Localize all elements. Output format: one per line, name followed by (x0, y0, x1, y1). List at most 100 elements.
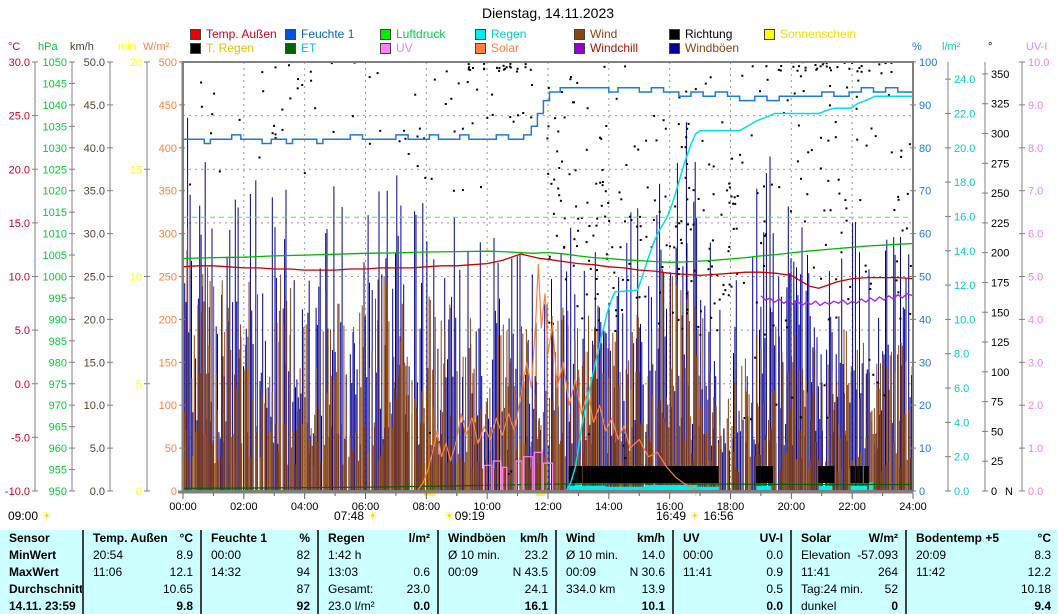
column-unit: l/m² (365, 531, 437, 545)
svg-text:175: 175 (991, 277, 1009, 289)
svg-text:1005: 1005 (43, 250, 67, 262)
svg-text:6.0: 6.0 (1028, 229, 1043, 241)
table-cell: 11:410.9 (674, 564, 790, 581)
table-cell: 10.18 (907, 580, 1058, 597)
svg-text:350: 350 (159, 186, 177, 198)
table-col-uv: UVUV-I 00:000.011:410.90.5 0.0 (672, 530, 790, 614)
svg-text:12.0: 12.0 (954, 280, 975, 292)
svg-text:50.0: 50.0 (84, 57, 105, 69)
column-name: Temp. Außen (84, 531, 168, 545)
cell-time: dunkel (792, 599, 836, 613)
svg-text:50: 50 (991, 426, 1003, 438)
column-unit: % (267, 531, 317, 545)
svg-text:50: 50 (165, 443, 177, 455)
cell-value: 0.9 (712, 565, 790, 579)
table-col-bodentemp-5: Bodentemp +5°C20:098.311:4212.210.189.4 (905, 530, 1058, 614)
svg-text:7.0: 7.0 (1028, 186, 1043, 198)
svg-text:1025: 1025 (43, 164, 67, 176)
svg-text:1030: 1030 (43, 143, 67, 155)
table-cell: 87 (202, 580, 317, 597)
column-unit: km/h (506, 531, 555, 545)
table-col-windb-en: Windböenkm/hØ 10 min.23.200:09N 43.524.1… (437, 530, 555, 614)
svg-text:125: 125 (991, 337, 1009, 349)
svg-text:250: 250 (159, 272, 177, 284)
svg-text:8.0: 8.0 (954, 349, 969, 361)
svg-text:350: 350 (991, 69, 1009, 81)
svg-text:22:00: 22:00 (838, 501, 866, 513)
table-cell: 00:000.0 (674, 547, 790, 564)
weather-chart: 00:0002:0004:0006:0008:0010:0012:0014:00… (0, 0, 1058, 530)
svg-text:4.0: 4.0 (1028, 314, 1043, 326)
svg-text:10.0: 10.0 (9, 272, 30, 284)
cell-time: 00:09 (557, 565, 596, 579)
cell-value: 10.18 (916, 582, 1058, 596)
svg-text:km/h: km/h (70, 41, 94, 53)
svg-text:275: 275 (991, 158, 1009, 170)
cell-time: 00:00 (202, 548, 241, 562)
cell-time: Ø 10 min. (557, 548, 618, 562)
svg-text:20: 20 (919, 400, 931, 412)
cell-value: 8.3 (946, 548, 1058, 562)
svg-text:5.0: 5.0 (15, 325, 30, 337)
svg-text:8.0: 8.0 (1028, 143, 1043, 155)
svg-text:50: 50 (919, 272, 931, 284)
svg-text:-10.0: -10.0 (5, 486, 30, 498)
svg-text:225: 225 (991, 218, 1009, 230)
axis-pct: 0102030405060708090100% (910, 41, 937, 498)
svg-text:3.0: 3.0 (1028, 357, 1043, 369)
table-cell: 16.1 (439, 597, 555, 614)
svg-text:950: 950 (49, 486, 67, 498)
cell-value: 0.5 (683, 582, 790, 596)
svg-text:80: 80 (919, 143, 931, 155)
svg-text:995: 995 (49, 293, 67, 305)
cell-value: 0.0 (713, 548, 790, 562)
table-cell: 24.1 (439, 580, 555, 597)
svg-text:150: 150 (991, 307, 1009, 319)
cell-value: 10.65 (93, 582, 200, 596)
cell-value: 16.1 (448, 599, 555, 613)
svg-text:-5.0: -5.0 (11, 432, 30, 444)
svg-text:980: 980 (49, 357, 67, 369)
table-cell: dunkel0 (792, 597, 905, 614)
svg-text:35.0: 35.0 (84, 186, 105, 198)
table-cell: Temp. Außen°C (84, 530, 200, 547)
table-cell: 23.0 l/m²0.0 (319, 597, 437, 614)
table-cell: 14.11. 23:59 (0, 597, 82, 614)
table-cell: Windböenkm/h (439, 530, 555, 547)
column-name: Feuchte 1 (202, 531, 267, 545)
axis-deg: 0255075100125150175200225250275300325350… (982, 41, 1013, 498)
svg-text:UV-I: UV-I (1026, 41, 1047, 53)
column-unit: UV-I (700, 531, 790, 545)
table-cell: 20:098.3 (907, 547, 1058, 564)
svg-text:04:00: 04:00 (291, 501, 319, 513)
svg-text:°: ° (988, 41, 992, 53)
svg-text:15.0: 15.0 (9, 218, 30, 230)
table-cell: Durchschnitt (0, 580, 82, 597)
column-name: Wind (557, 531, 595, 545)
table-cell: Gesamt:23.0 (319, 580, 437, 597)
stats-table: SensorMinWertMaxWertDurchschnitt14.11. 2… (0, 530, 1058, 614)
column-name: UV (674, 531, 700, 545)
table-cell: MinWert (0, 547, 82, 564)
cell-time: Tag:24 min. (792, 582, 863, 596)
table-col-regen: Regenl/m²1:42 h13:030.6Gesamt:23.023.0 l… (317, 530, 437, 614)
cell-value: 264 (830, 565, 905, 579)
svg-text:5.0: 5.0 (90, 443, 105, 455)
svg-text:1015: 1015 (43, 207, 67, 219)
cell-value: 24.1 (448, 582, 555, 596)
column-name: Bodentemp +5 (907, 531, 999, 545)
table-cell: 13:030.6 (319, 564, 437, 581)
svg-text:975: 975 (49, 379, 67, 391)
svg-text:15.0: 15.0 (84, 357, 105, 369)
table-row-labels: SensorMinWertMaxWertDurchschnitt14.11. 2… (0, 530, 82, 614)
svg-text:100: 100 (919, 57, 937, 69)
svg-text:450: 450 (159, 100, 177, 112)
table-cell: 9.4 (907, 597, 1058, 614)
axis-wm2: 050100150200250300350400450500W/m² (143, 41, 185, 498)
svg-text:990: 990 (49, 314, 67, 326)
cell-time: Ø 10 min. (439, 548, 500, 562)
svg-text:15: 15 (130, 164, 142, 176)
svg-text:970: 970 (49, 400, 67, 412)
svg-text:l/m²: l/m² (942, 41, 961, 53)
table-cell: Windkm/h (557, 530, 672, 547)
